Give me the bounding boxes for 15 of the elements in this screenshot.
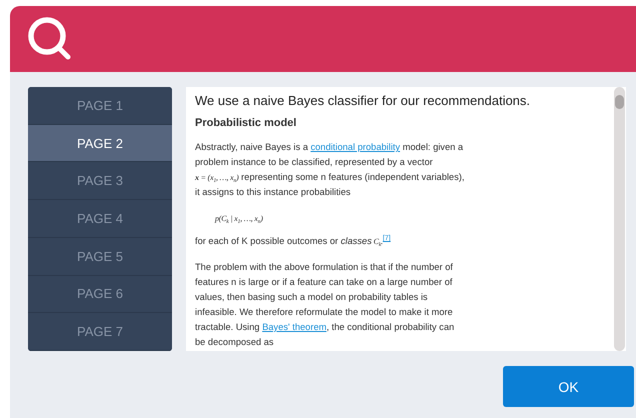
search-icon: [28, 17, 72, 61]
ok-button[interactable]: OK: [503, 366, 634, 407]
article-intro: We use a naive Bayes classifier for our recommendations.: [195, 93, 532, 108]
page-tab[interactable]: PAGE 2: [28, 124, 172, 162]
scrollbar[interactable]: [614, 87, 625, 351]
paragraph: for each of K possible outcomes or classes C$_{k}$.$^{[7]}$: [195, 234, 392, 249]
reference-link[interactable]: [7]: [382, 234, 391, 242]
section-heading: Probabilistic model: [195, 117, 298, 129]
article-link[interactable]: conditional probability: [310, 142, 400, 152]
paragraph: The problem with the above formulation is that if the number of features n is large or if a feature can take on a large number of values, then basing such a model on probability tables is infeasible. We therefore reformulate the model to make it more tractable. Using Bayes' theorem, the conditional probability can be decomposed as: [195, 261, 456, 349]
paragraph: Abstractly, naive Bayes is a conditional probability model: given a problem instance to be classified, represented by a vector x = (x$_{1}$, …, x$_{n}$) representing some n features (independent variables), it assigns to this instance probabilities: [195, 141, 466, 199]
article-link[interactable]: Bayes' theorem: [262, 322, 326, 332]
scroll-thumb[interactable]: [615, 95, 624, 109]
formula: p(C$_{k}$ | x$_{1}$, …, x$_{n}$): [214, 213, 264, 226]
page-tab[interactable]: PAGE 1: [28, 87, 172, 125]
